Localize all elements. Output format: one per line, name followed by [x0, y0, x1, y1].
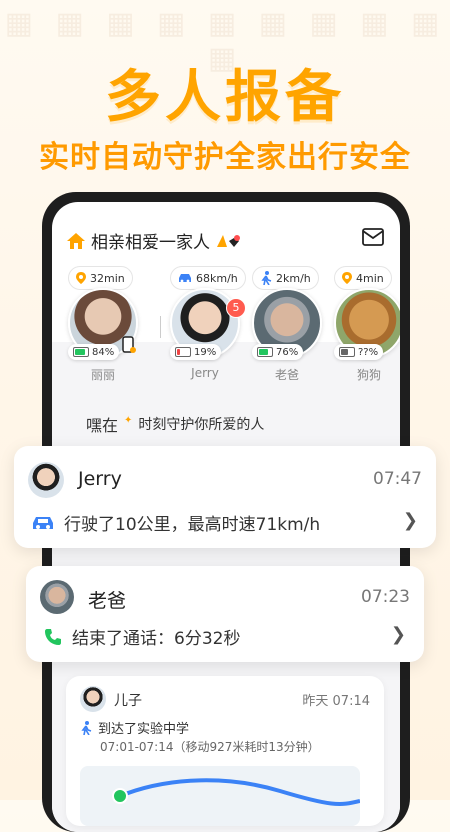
avatar [80, 686, 106, 712]
avatar [40, 580, 74, 614]
member-jerry[interactable]: 68km/h 5 19% Jerry [166, 266, 246, 380]
battery-indicator: 19% [170, 344, 222, 360]
walking-icon [261, 271, 272, 285]
notification-badge: 5 [226, 298, 246, 318]
battery-icon [73, 347, 89, 357]
route-map [80, 766, 360, 826]
member-name: 老爸 [274, 368, 299, 382]
home-icon [67, 232, 85, 249]
battery-indicator: 84% [68, 344, 120, 360]
location-pin-icon [342, 272, 352, 284]
battery-indicator: 76% [252, 344, 304, 360]
car-icon [33, 516, 53, 529]
battery-value: 76% [276, 346, 299, 358]
avatar [28, 462, 64, 498]
group-name: 相亲相爱一家人 [91, 233, 210, 253]
phone-device-icon [122, 336, 136, 353]
feed-range: 07:01-07:14（移动927米耗时13分钟） [100, 740, 320, 754]
member-status-chip: 4min [334, 266, 392, 290]
feed-action: 到达了实验中学 [80, 718, 189, 737]
member-name: 狗狗 [356, 368, 381, 382]
slogan-text: 时刻守护你所爱的人 [138, 417, 265, 433]
location-pin-icon [76, 272, 86, 284]
battery-value: 19% [194, 346, 217, 358]
battery-value: 84% [92, 346, 115, 358]
feed-member-name: 儿子 [114, 693, 142, 709]
event-detail: 结束了通话：6分32秒 [44, 624, 240, 649]
event-member-name: Jerry [78, 468, 122, 490]
chevron-right-icon[interactable]: ❯ [391, 624, 406, 645]
member-lili[interactable]: 32min 84% 丽丽 [64, 266, 142, 382]
sparkle-icon: ✦ [124, 414, 133, 426]
party-icon [217, 234, 240, 247]
member-status: 2km/h [276, 271, 311, 285]
slogan: 嘿在 ✦ 时刻守护你所爱的人 [86, 412, 264, 436]
group-header[interactable]: 相亲相爱一家人 [66, 228, 241, 253]
event-member-name: 老爸 [88, 590, 127, 612]
walking-icon [81, 720, 92, 735]
phone-icon [45, 628, 61, 645]
battery-icon [175, 347, 191, 357]
member-divider [160, 316, 161, 338]
member-status: 68km/h [196, 271, 238, 285]
event-time: 07:47 [373, 469, 422, 489]
member-status: 32min [90, 271, 125, 285]
event-card-dad[interactable]: 老爸 07:23 结束了通话：6分32秒 ❯ [26, 566, 424, 662]
member-status-chip: 68km/h [170, 266, 246, 290]
hero-subtitle: 实时自动守护全家出行安全 [39, 140, 411, 175]
route-line [112, 778, 360, 806]
feed-item-son[interactable]: 儿子 昨天 07:14 到达了实验中学 07:01-07:14（移动927米耗时… [66, 676, 384, 826]
battery-value: ??% [358, 346, 379, 358]
member-dog[interactable]: 4min ??% 狗狗 [330, 266, 400, 382]
event-card-jerry[interactable]: Jerry 07:47 行驶了10公里，最高时速71km/h ❯ [14, 446, 436, 548]
hero-title: 多人报备 [105, 65, 345, 130]
member-status-chip: 2km/h [252, 266, 319, 290]
event-detail-text: 结束了通话：6分32秒 [72, 629, 241, 649]
battery-indicator: ??% [334, 344, 384, 360]
slogan-lead: 嘿在 [86, 416, 119, 435]
feed-time: 昨天 07:14 [302, 694, 370, 709]
member-status: 4min [356, 271, 384, 285]
event-time: 07:23 [361, 587, 410, 607]
mail-icon[interactable] [362, 228, 384, 246]
event-detail-text: 行驶了10公里，最高时速71km/h [64, 515, 321, 535]
event-detail: 行驶了10公里，最高时速71km/h [32, 510, 320, 535]
member-status-chip: 32min [68, 266, 133, 290]
car-icon [179, 274, 191, 283]
member-name: Jerry [191, 366, 219, 380]
battery-icon [257, 347, 273, 357]
feed-action-text: 到达了实验中学 [98, 722, 190, 737]
battery-icon [339, 347, 355, 357]
member-dad[interactable]: 2km/h 76% 老爸 [248, 266, 326, 382]
chevron-right-icon[interactable]: ❯ [403, 510, 418, 531]
member-name: 丽丽 [90, 368, 115, 382]
